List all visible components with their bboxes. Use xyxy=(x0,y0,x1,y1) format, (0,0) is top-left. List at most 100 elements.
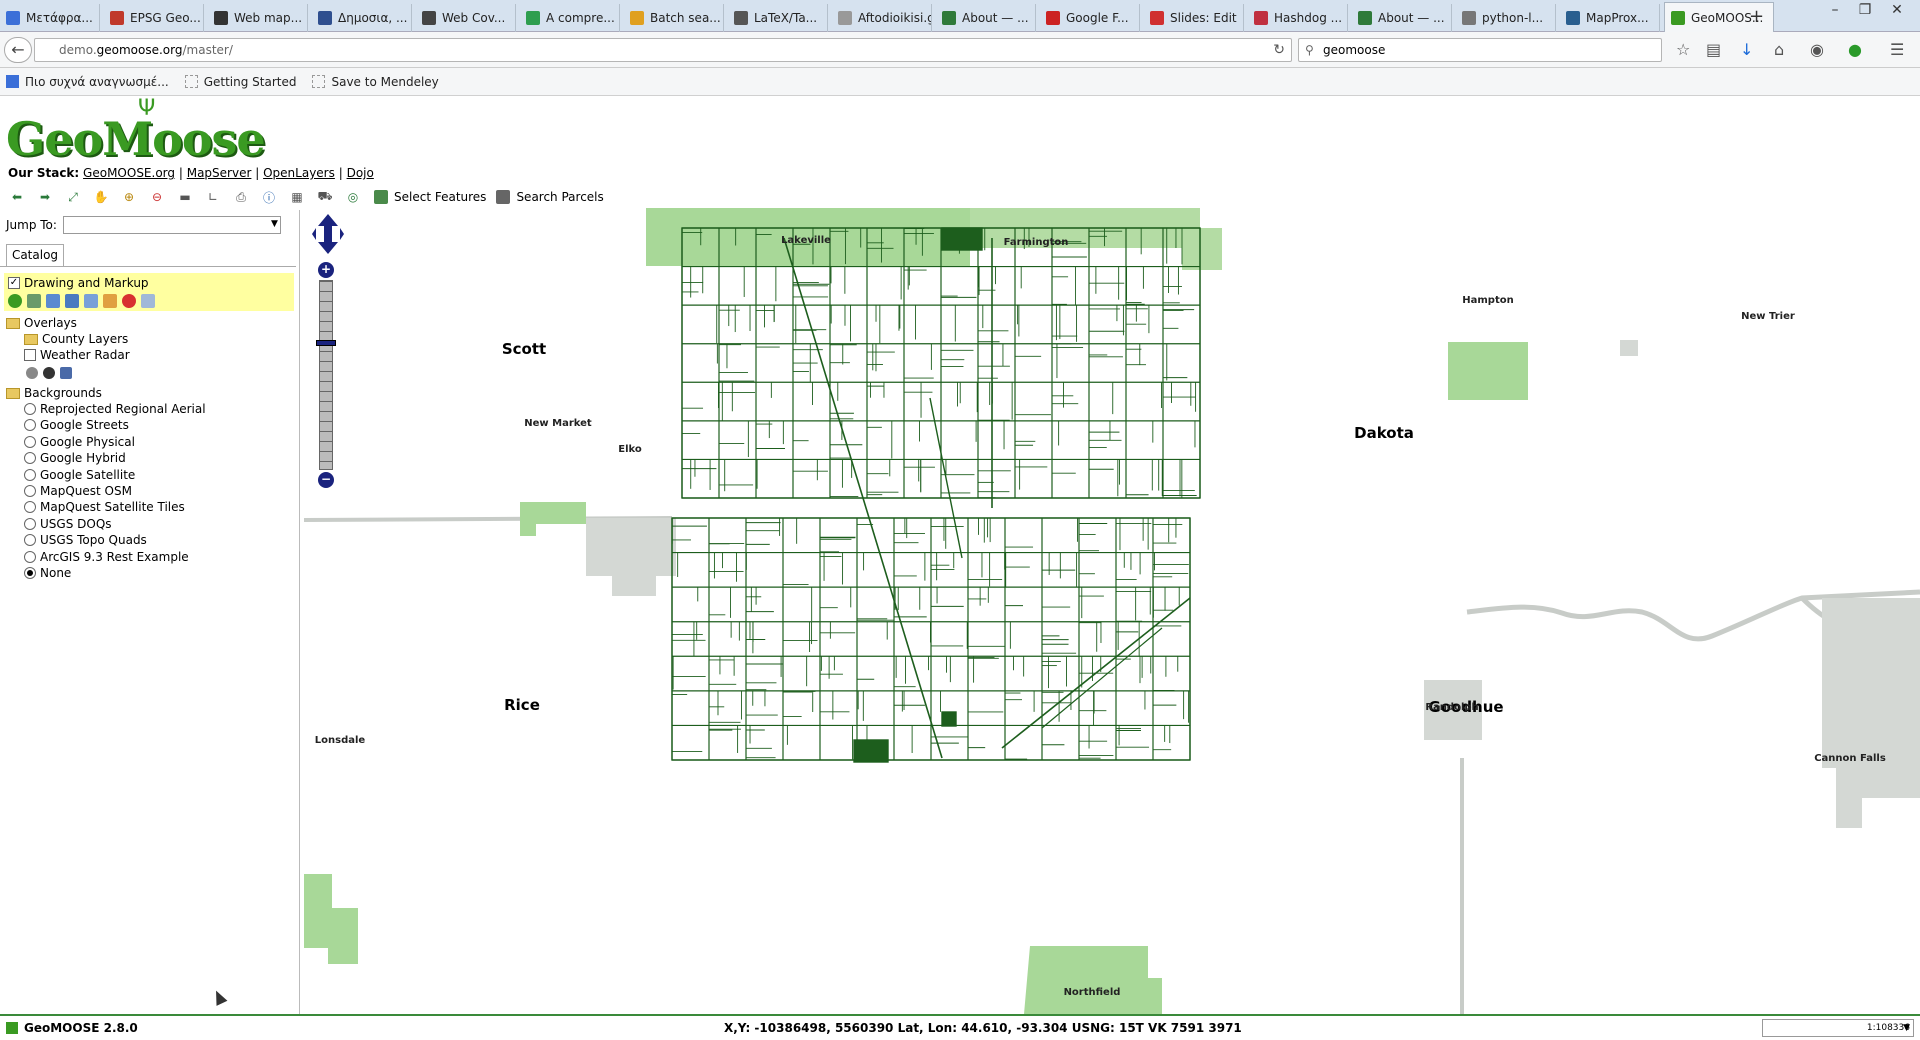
background-radio[interactable] xyxy=(24,452,36,465)
background-option[interactable]: ArcGIS 9.3 Rest Example xyxy=(24,549,189,565)
background-option[interactable]: USGS Topo Quads xyxy=(24,532,147,548)
browser-tab[interactable]: Μετάφρα... xyxy=(0,4,100,32)
background-radio[interactable] xyxy=(24,468,36,481)
globe-icon[interactable]: ◎ xyxy=(342,188,364,206)
browser-tab[interactable]: About — ... xyxy=(1352,4,1452,32)
browser-tab[interactable]: Google F... xyxy=(1040,4,1140,32)
background-option[interactable]: MapQuest OSM xyxy=(24,483,132,499)
background-option[interactable]: MapQuest Satellite Tiles xyxy=(24,499,185,515)
browser-tab[interactable]: Batch sea... xyxy=(624,4,724,32)
background-option[interactable]: Google Streets xyxy=(24,417,129,433)
refresh-icon[interactable] xyxy=(8,294,22,308)
backgrounds-folder[interactable]: Backgrounds xyxy=(6,385,102,401)
legend-icon[interactable] xyxy=(60,367,72,379)
bookmark-getting-started[interactable]: Getting Started xyxy=(184,75,296,89)
map-canvas[interactable]: ScottDakotaRice GoodhueLakeville Farmingto… xyxy=(302,208,1920,1014)
link-geomoose[interactable]: GeoMOOSE.org xyxy=(83,166,175,180)
delete-icon[interactable] xyxy=(122,294,136,308)
reload-icon[interactable]: ↻ xyxy=(1273,39,1285,61)
background-option[interactable]: Google Hybrid xyxy=(24,450,126,466)
download-icon[interactable]: ↓ xyxy=(1740,40,1753,59)
draw-line-icon[interactable] xyxy=(46,294,60,308)
menu-icon[interactable]: ☰ xyxy=(1890,40,1904,59)
link-mapserver[interactable]: MapServer xyxy=(187,166,252,180)
background-radio[interactable] xyxy=(24,517,36,530)
overlay-weather-radar[interactable]: Weather Radar xyxy=(24,347,130,363)
bookmark-save-to-mendeley[interactable]: Save to Mendeley xyxy=(312,75,439,89)
background-radio[interactable] xyxy=(24,485,36,497)
map-view[interactable]: Scott Dakota Rice Goodhue Lakeville Farmingto… xyxy=(302,208,1920,1014)
maximize-button[interactable]: ❐ xyxy=(1850,2,1880,18)
zoom-in-control[interactable]: + xyxy=(318,262,334,278)
browser-tab[interactable]: EPSG Geo... xyxy=(104,4,204,32)
draw-polygon-icon[interactable] xyxy=(65,294,79,308)
pan-control[interactable] xyxy=(312,212,344,256)
select-features-button[interactable]: Select Features xyxy=(374,190,486,204)
pan-hand-icon[interactable]: ✋ xyxy=(90,188,112,206)
browser-tab[interactable]: Web map... xyxy=(208,4,308,32)
draw-point-icon[interactable] xyxy=(27,294,41,308)
background-radio[interactable] xyxy=(24,403,36,415)
background-option[interactable]: Google Satellite xyxy=(24,467,135,483)
zoom-extent-icon[interactable]: ⤢ xyxy=(62,188,84,206)
chat-icon[interactable]: ◉ xyxy=(1810,40,1824,59)
background-radio[interactable] xyxy=(24,534,36,547)
browser-tab[interactable]: Web Cov... xyxy=(416,4,516,32)
car-icon[interactable]: ⛟ xyxy=(314,188,336,206)
overlay-county-layers[interactable]: County Layers xyxy=(24,331,128,347)
background-option[interactable]: Google Physical xyxy=(24,434,135,450)
zoom-slider[interactable] xyxy=(319,280,333,470)
tab-catalog[interactable]: Catalog xyxy=(6,244,64,266)
bookmark-most-visited[interactable]: Πιο συχνά αναγνωσμέ... xyxy=(6,75,169,89)
bookmark-star-icon[interactable]: ☆ xyxy=(1676,40,1690,59)
browser-tab[interactable]: python-l... xyxy=(1456,4,1556,32)
opacity-up-icon[interactable] xyxy=(43,367,55,379)
forward-arrow-icon[interactable]: ➡ xyxy=(34,188,56,206)
layer-icon[interactable]: ▦ xyxy=(286,188,308,206)
weather-radar-checkbox[interactable] xyxy=(24,349,36,361)
extension-icon[interactable]: ● xyxy=(1848,40,1862,59)
opacity-down-icon[interactable] xyxy=(26,367,38,379)
link-dojo[interactable]: Dojo xyxy=(347,166,374,180)
tab-close-icon[interactable]: × xyxy=(1771,10,1773,25)
drawing-markup-checkbox[interactable]: ✓ xyxy=(8,277,20,289)
minimize-button[interactable]: – xyxy=(1820,2,1850,18)
url-bar[interactable]: demo.geomoose.org/master/ ↻ xyxy=(34,38,1292,62)
search-input[interactable]: ⚲ geomoose xyxy=(1298,38,1662,62)
background-option[interactable]: Reprojected Regional Aerial xyxy=(24,401,206,417)
eraser-icon[interactable] xyxy=(141,294,155,308)
info-icon[interactable]: ⓘ xyxy=(258,188,280,206)
search-parcels-button[interactable]: Search Parcels xyxy=(496,190,604,204)
background-radio[interactable] xyxy=(24,435,36,448)
browser-tab[interactable]: Hashdog ... xyxy=(1248,4,1348,32)
background-option[interactable]: USGS DOQs xyxy=(24,516,112,532)
zoom-slider-handle[interactable] xyxy=(316,340,336,346)
background-radio[interactable] xyxy=(24,550,36,563)
edit-icon[interactable] xyxy=(103,294,117,308)
close-window-button[interactable]: ✕ xyxy=(1882,2,1912,18)
browser-tab[interactable]: Δημοσια, ... xyxy=(312,4,412,32)
zoom-in-icon[interactable]: ⊕ xyxy=(118,188,140,206)
back-arrow-icon[interactable]: ⬅ xyxy=(6,188,28,206)
measure-area-icon[interactable]: ∟ xyxy=(202,188,224,206)
background-radio[interactable] xyxy=(24,567,36,579)
back-button[interactable]: ← xyxy=(4,37,32,63)
measure-icon[interactable]: ▬ xyxy=(174,188,196,206)
overlays-folder[interactable]: Overlays xyxy=(6,315,77,331)
browser-tab[interactable]: About — ... xyxy=(936,4,1036,32)
background-option[interactable]: None xyxy=(24,565,71,581)
browser-tab[interactable]: MapProx... xyxy=(1560,4,1660,32)
zoom-out-control[interactable]: − xyxy=(318,472,334,488)
browser-tab[interactable]: Aftodioikisi.gr... xyxy=(832,4,932,32)
zoom-out-icon[interactable]: ⊖ xyxy=(146,188,168,206)
background-radio[interactable] xyxy=(24,419,36,432)
browser-tab[interactable]: Slides: Edit xyxy=(1144,4,1244,32)
jump-to-select[interactable]: ▼ xyxy=(62,216,281,234)
browser-tab[interactable]: A compre... xyxy=(520,4,620,32)
background-radio[interactable] xyxy=(24,501,36,514)
new-tab-button[interactable]: + xyxy=(1749,6,1764,27)
scale-select[interactable]: 1:108336 ▼ xyxy=(1762,1019,1914,1037)
print-icon[interactable]: ⎙ xyxy=(230,188,252,206)
draw-text-icon[interactable] xyxy=(84,294,98,308)
reading-list-icon[interactable]: ▤ xyxy=(1706,40,1721,59)
